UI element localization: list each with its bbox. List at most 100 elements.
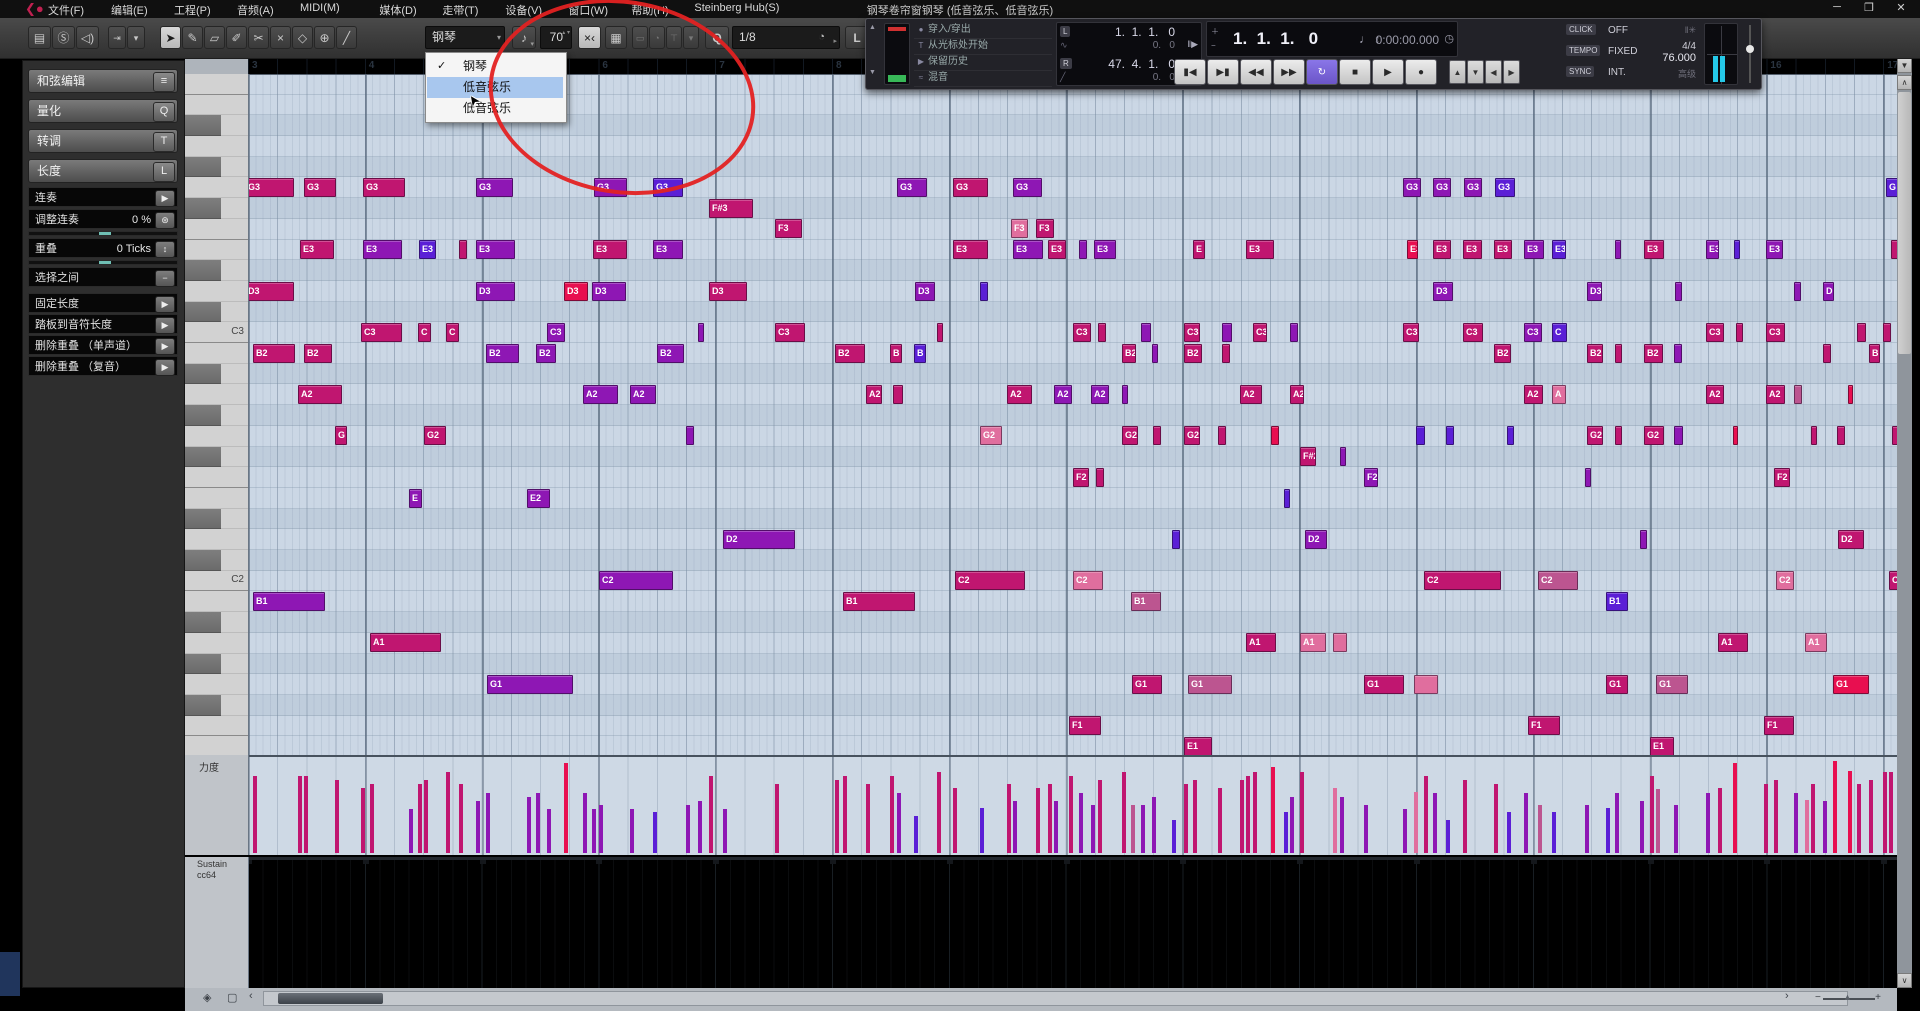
piano-key-A1[interactable] — [185, 632, 248, 654]
velocity-bar[interactable] — [1098, 780, 1102, 853]
menu-10[interactable]: Steinberg Hub(S) — [694, 2, 779, 14]
midi-note[interactable] — [1340, 447, 1346, 467]
midi-note[interactable] — [1736, 322, 1743, 342]
zoom-slider-thumb[interactable]: ▲ — [1843, 992, 1852, 1002]
velocity-bar[interactable] — [1048, 784, 1052, 853]
piano-key-G1[interactable] — [185, 674, 248, 695]
midi-note[interactable]: E3 — [363, 240, 402, 260]
velocity-bar[interactable] — [1172, 820, 1176, 853]
velocity-bar[interactable] — [1733, 763, 1737, 853]
velocity-lane[interactable] — [248, 755, 1897, 855]
menu-2[interactable]: 工程(P) — [174, 2, 211, 18]
midi-note[interactable] — [1615, 240, 1621, 260]
velocity-bar[interactable] — [599, 805, 603, 853]
midi-note[interactable] — [1811, 426, 1817, 446]
midi-note[interactable]: C3 — [1403, 322, 1419, 342]
midi-note[interactable]: F1 — [1528, 716, 1560, 736]
velocity-bar[interactable] — [1538, 805, 1542, 853]
midi-note[interactable]: A — [1552, 385, 1566, 404]
piano-key-A2[interactable] — [185, 384, 248, 406]
velocity-bar[interactable] — [476, 801, 480, 853]
midi-note[interactable]: B2 — [1184, 343, 1202, 363]
midi-note[interactable] — [1857, 322, 1866, 342]
midi-note[interactable]: G3 — [897, 178, 927, 197]
midi-note[interactable]: G3 — [1403, 178, 1421, 197]
sustain-node-12[interactable] — [1297, 860, 1304, 864]
midi-note[interactable]: E3 — [1644, 240, 1664, 260]
horizontal-scrollbar[interactable] — [263, 991, 1848, 1006]
midi-note[interactable]: F2 — [1073, 467, 1089, 487]
midi-note[interactable] — [1416, 426, 1425, 446]
midi-note[interactable]: A1 — [1805, 633, 1827, 653]
info-row-CLICK[interactable]: CLICK OFF ‖✳ — [1566, 22, 1698, 42]
velocity-bar[interactable] — [1131, 805, 1135, 853]
midi-note[interactable]: F3 — [1036, 219, 1054, 239]
midi-note[interactable]: B2 — [536, 343, 556, 363]
rewind-button[interactable]: ◀◀ — [1240, 59, 1272, 85]
velocity-bar[interactable] — [424, 780, 428, 853]
midi-note[interactable]: E3 — [1094, 240, 1116, 260]
velocity-bar[interactable] — [1706, 793, 1710, 853]
midi-note[interactable]: E3 — [1048, 240, 1066, 260]
velocity-bar[interactable] — [653, 812, 657, 853]
midi-note[interactable]: E2 — [527, 488, 550, 508]
midi-note[interactable]: G — [335, 426, 347, 446]
midi-note[interactable]: B — [890, 343, 902, 363]
inspector-row-1[interactable]: 调整连奏 0 % ⊛ — [28, 209, 178, 229]
midi-note[interactable]: G3 — [1464, 178, 1482, 197]
velocity-bar[interactable] — [1883, 772, 1887, 853]
midi-note[interactable]: F3 — [1011, 219, 1028, 239]
inspector-section-badge-1[interactable]: Q — [153, 102, 175, 122]
velocity-bar[interactable] — [1141, 805, 1145, 853]
velocity-bar[interactable] — [1640, 801, 1644, 853]
midi-note[interactable]: D3 — [564, 281, 588, 301]
midi-note[interactable]: G3 — [304, 178, 336, 197]
panel-nudge-up-icon[interactable]: ▲ — [869, 24, 876, 31]
object-selection-tool-icon[interactable]: ➤ — [160, 26, 181, 49]
inspector-row-4[interactable]: 固定长度 ▶ — [28, 293, 178, 313]
chevron-down-icon[interactable]: ▾ — [497, 27, 501, 48]
velocity-bar[interactable] — [1290, 797, 1294, 853]
velocity-bar[interactable] — [1079, 793, 1083, 853]
black-key-G#2[interactable] — [185, 405, 221, 426]
nudge-button-3[interactable]: ▶ — [1503, 60, 1520, 84]
locator-value-R[interactable]: 47. 4. 1. 0 — [1108, 57, 1175, 71]
piano-key-G2[interactable] — [185, 425, 248, 447]
locator-tag-R[interactable]: R — [1060, 58, 1072, 69]
piano-key-C4[interactable] — [185, 74, 248, 95]
midi-note[interactable]: F3 — [775, 219, 802, 239]
velocity-bar[interactable] — [1848, 771, 1852, 853]
midi-note[interactable]: B2 — [1494, 343, 1511, 363]
black-key-D#3[interactable] — [185, 260, 221, 281]
midi-note[interactable]: C2 — [1073, 571, 1103, 591]
midi-note[interactable]: F1 — [1764, 716, 1794, 736]
inspector-row-0[interactable]: 连奏 ▶ — [28, 187, 178, 207]
midi-note[interactable]: A2 — [583, 385, 618, 404]
midi-note[interactable] — [1640, 529, 1647, 549]
midi-note[interactable]: C2 — [599, 571, 673, 591]
velocity-bar[interactable] — [1184, 784, 1188, 853]
piano-key-D2[interactable] — [185, 529, 248, 551]
piano-key-B3[interactable] — [185, 94, 248, 116]
inspector-row-3[interactable]: 选择之间 − — [28, 267, 178, 287]
nudge-button-1[interactable]: ▼ — [1467, 60, 1484, 84]
mute-tool-icon[interactable]: × — [270, 26, 291, 49]
zoom-out-icon[interactable]: − — [1815, 992, 1821, 1003]
midi-note[interactable]: A2 — [866, 385, 882, 404]
info-value-TEMPO[interactable]: FIXED — [1608, 46, 1637, 57]
midi-note[interactable]: A1 — [1718, 633, 1748, 653]
midi-note[interactable]: C3 — [361, 322, 402, 342]
midi-note[interactable]: G1 — [1606, 674, 1628, 694]
piano-key-G#2[interactable] — [185, 405, 248, 426]
midi-note[interactable]: G — [1886, 178, 1897, 197]
sustain-node-6[interactable] — [596, 860, 603, 864]
midi-note[interactable]: E3 — [1246, 240, 1274, 260]
sustain-node-8[interactable] — [830, 860, 836, 864]
midi-note[interactable]: B2 — [304, 343, 332, 363]
velocity-bar[interactable] — [536, 793, 540, 853]
midi-note[interactable] — [1837, 426, 1845, 446]
midi-note[interactable] — [1446, 426, 1454, 446]
midi-note[interactable] — [1218, 426, 1226, 446]
velocity-bar[interactable] — [1794, 793, 1798, 853]
midi-note[interactable]: C3 — [1463, 322, 1483, 342]
